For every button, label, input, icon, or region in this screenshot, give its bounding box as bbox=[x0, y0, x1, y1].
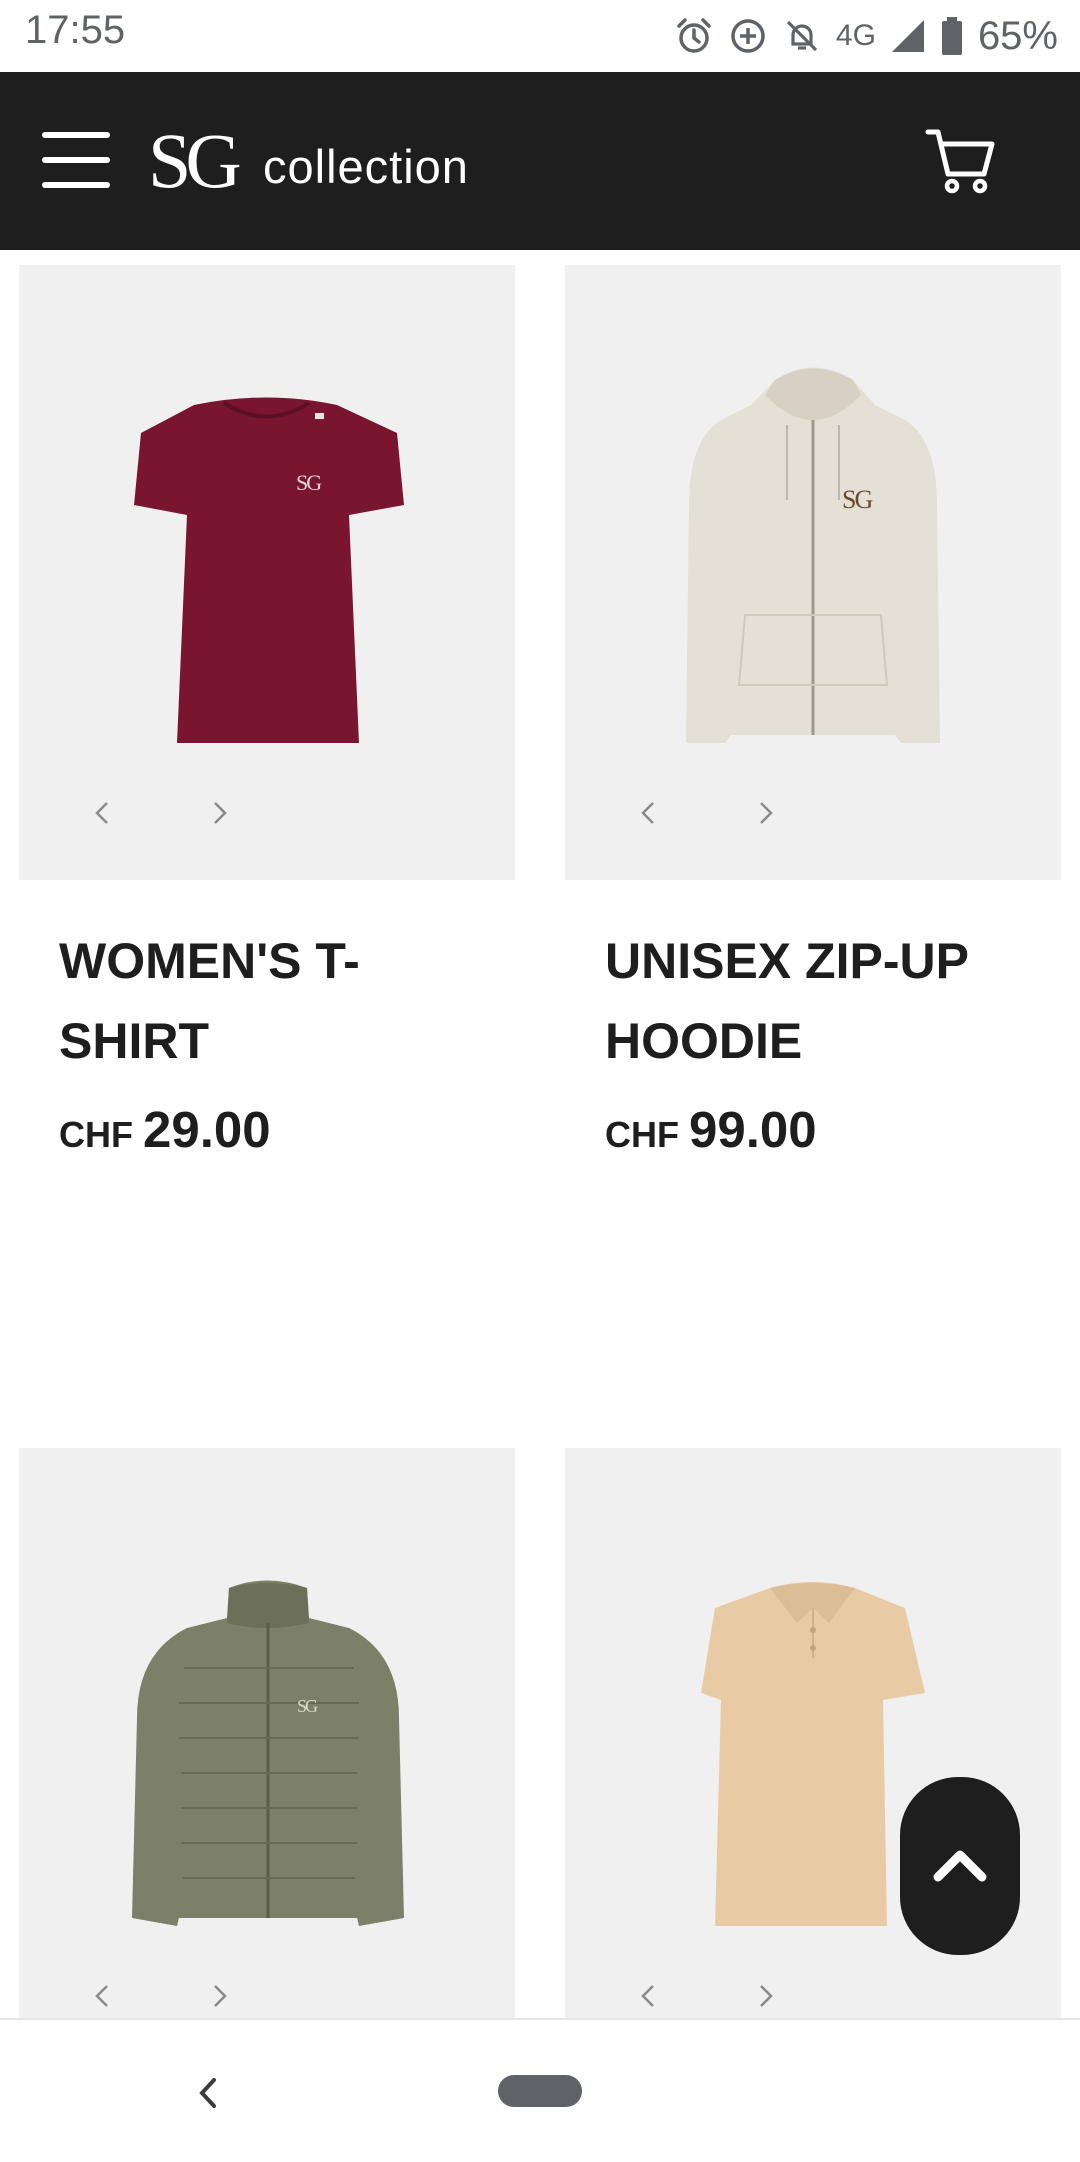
prev-image-icon[interactable] bbox=[83, 793, 123, 833]
price-currency: CHF bbox=[605, 1114, 679, 1155]
notifications-off-icon bbox=[786, 20, 818, 52]
status-icons: 4G 65% bbox=[674, 10, 1058, 62]
signal-icon bbox=[891, 20, 924, 52]
hamburger-menu-icon[interactable] bbox=[42, 132, 110, 188]
back-chevron-icon[interactable] bbox=[188, 2068, 228, 2118]
prev-image-icon[interactable] bbox=[629, 1976, 669, 2016]
chevron-up-icon bbox=[933, 1850, 987, 1882]
status-time: 17:55 bbox=[25, 8, 126, 52]
prev-image-icon[interactable] bbox=[83, 1976, 123, 2016]
brand-name[interactable]: collection bbox=[263, 139, 469, 194]
network-type: 4G bbox=[835, 19, 876, 52]
status-bar: 17:55 4G 65% bbox=[0, 0, 1080, 72]
brand-logo[interactable]: SG bbox=[148, 122, 242, 200]
app-header: SG collection bbox=[0, 72, 1080, 250]
garment-logo: SG bbox=[297, 1696, 318, 1716]
hoodie-image bbox=[686, 367, 940, 743]
product-image[interactable] bbox=[565, 1448, 1061, 2063]
product-image[interactable]: SG bbox=[19, 265, 515, 880]
next-image-icon[interactable] bbox=[745, 793, 785, 833]
home-pill-icon[interactable] bbox=[498, 2075, 582, 2107]
puffer-jacket-image bbox=[132, 1580, 404, 1926]
tshirt-image bbox=[134, 397, 404, 743]
data-saver-icon bbox=[731, 19, 765, 53]
shopping-cart-icon[interactable] bbox=[922, 122, 998, 198]
price-amount: 29.00 bbox=[143, 1101, 271, 1158]
product-title[interactable]: UNISEX ZIP-UP HOODIE bbox=[605, 921, 1045, 1081]
product-image[interactable]: SG bbox=[565, 265, 1061, 880]
system-nav-bar bbox=[0, 2018, 1080, 2162]
battery-icon bbox=[941, 17, 962, 55]
product-image[interactable]: SG bbox=[19, 1448, 515, 2063]
product-title[interactable]: WOMEN'S T-SHIRT bbox=[59, 921, 499, 1081]
price-currency: CHF bbox=[59, 1114, 133, 1155]
garment-logo: SG bbox=[842, 485, 873, 514]
next-image-icon[interactable] bbox=[745, 1976, 785, 2016]
garment-logo: SG bbox=[296, 470, 322, 495]
scroll-to-top-button[interactable] bbox=[900, 1777, 1020, 1955]
product-price: CHF 29.00 bbox=[59, 1100, 271, 1159]
alarm-icon bbox=[677, 18, 711, 53]
next-image-icon[interactable] bbox=[199, 1976, 239, 2016]
prev-image-icon[interactable] bbox=[629, 793, 669, 833]
battery-level: 65% bbox=[977, 13, 1058, 58]
next-image-icon[interactable] bbox=[199, 793, 239, 833]
polo-shirt-image bbox=[701, 1582, 925, 1926]
price-amount: 99.00 bbox=[689, 1101, 817, 1158]
product-price: CHF 99.00 bbox=[605, 1100, 817, 1159]
